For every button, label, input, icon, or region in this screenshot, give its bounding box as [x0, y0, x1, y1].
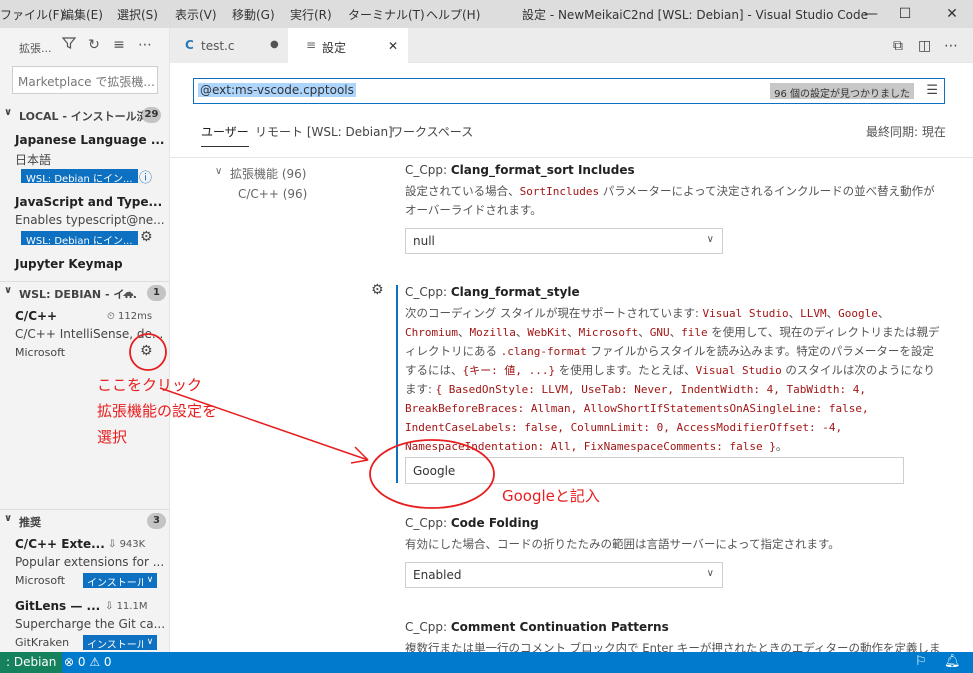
download-count: ⇩ 943K: [108, 539, 146, 550]
list-item[interactable]: Japanese Language ... 日本語 WSL: Debian にイ…: [0, 129, 169, 191]
tab-remote[interactable]: リモート [WSL: Debian]: [255, 123, 393, 140]
chevron-down-icon[interactable]: ∨: [215, 166, 222, 177]
feedback-icon[interactable]: ⚐: [915, 654, 927, 669]
more-actions-icon[interactable]: ⋯: [136, 36, 154, 54]
minimize-icon[interactable]: —: [856, 2, 886, 26]
tab-test-c[interactable]: C test.c ●: [170, 28, 288, 63]
settings-search-value: @ext:ms-vscode.cpptools: [198, 83, 356, 97]
section-local[interactable]: ∨ LOCAL - インストール済み 29: [0, 104, 169, 126]
count-badge: 3: [147, 513, 166, 529]
install-dropdown-icon[interactable]: ∨: [143, 573, 157, 588]
menu-selection[interactable]: 選択(S): [117, 6, 158, 23]
section-recommended[interactable]: ∨ 推奨 3: [0, 509, 169, 531]
sort-includes-select[interactable]: null ∨: [405, 228, 723, 254]
activation-time: ⏲ 112ms: [107, 311, 153, 322]
chevron-down-icon: ∨: [706, 568, 714, 579]
filter-icon[interactable]: [60, 36, 78, 54]
count-badge: 1: [147, 285, 166, 301]
sidebar-title: 拡張...: [19, 42, 52, 55]
close-window-icon[interactable]: ✕: [937, 2, 967, 26]
menu-help[interactable]: ヘルプ(H): [426, 6, 480, 23]
split-editor-icon[interactable]: ◫: [918, 38, 931, 54]
cloud-download-icon[interactable]: ☁: [122, 285, 134, 299]
tab-settings[interactable]: ≡ 設定 ✕: [288, 28, 408, 64]
title-bar: ファイル(F) 編集(E) 選択(S) 表示(V) 移動(G) 実行(R) ター…: [0, 0, 973, 28]
wsl-tag: WSL: Debian にイン...: [21, 169, 138, 185]
open-settings-json-icon[interactable]: ⧉: [893, 38, 903, 54]
setting-description: 設定されている場合、SortIncludes パラメーターによって決定されるイン…: [405, 184, 935, 217]
settings-file-icon: ≡: [306, 38, 317, 52]
list-item[interactable]: C/C++ Exte... ⇩ 943K Popular extensions …: [0, 532, 169, 594]
install-dropdown-icon[interactable]: ∨: [143, 635, 157, 650]
modified-dot-icon[interactable]: ●: [270, 39, 279, 50]
section-wsl[interactable]: ∨ WSL: DEBIAN - イ... ☁ 1: [0, 281, 169, 303]
list-item[interactable]: Jupyter Keymap: [0, 253, 169, 283]
clear-icon[interactable]: ≡: [110, 36, 128, 54]
chevron-down-icon: ∨: [4, 107, 13, 118]
tab-workspace[interactable]: ワークスペース: [391, 123, 473, 140]
close-tab-icon[interactable]: ✕: [388, 39, 398, 53]
settings-editor: @ext:ms-vscode.cpptools 96 個の設定が見つかりました …: [170, 63, 973, 652]
tab-user[interactable]: ユーザー: [201, 123, 249, 147]
setting-description: 次のコーディング スタイルが現在サポートされています: Visual Studi…: [405, 306, 940, 453]
download-count: ⇩ 11.1M: [105, 601, 148, 612]
clang-format-style-input[interactable]: Google: [405, 457, 904, 484]
menu-file[interactable]: ファイル(F): [0, 6, 64, 23]
toc-extensions[interactable]: 拡張機能 (96): [230, 165, 306, 182]
setting-gear-icon[interactable]: ⚙: [371, 282, 384, 298]
toc-cpp[interactable]: C/C++ (96): [238, 187, 307, 201]
chevron-down-icon: ∨: [4, 513, 13, 524]
count-badge: 29: [142, 107, 161, 123]
status-bar: : Debian ⊗ 0 ⚠ 0 ⚐ 🔔︎: [0, 652, 973, 673]
menu-go[interactable]: 移動(G): [232, 6, 275, 23]
window-title: 設定 - NewMeikaiC2nd [WSL: Debian] - Visua…: [522, 8, 868, 22]
chevron-down-icon: ∨: [706, 234, 714, 245]
problems-indicator[interactable]: ⊗ 0 ⚠ 0: [64, 655, 112, 669]
c-file-icon: C: [185, 38, 194, 52]
install-button[interactable]: インストール: [83, 635, 151, 651]
last-sync-status: 最終同期: 現在: [866, 125, 946, 139]
maximize-icon[interactable]: ☐: [890, 2, 920, 26]
annotation-text-settings: 拡張機能の設定を: [97, 402, 218, 420]
results-count-badge: 96 個の設定が見つかりました: [770, 83, 914, 100]
extension-settings-gear-icon[interactable]: ⚙: [140, 343, 153, 359]
focus-indicator: [396, 285, 398, 483]
annotation-text-click: ここをクリック: [97, 376, 203, 394]
divider: [170, 157, 973, 158]
more-actions-icon[interactable]: ⋯: [944, 38, 958, 54]
list-item[interactable]: C/C++ ⏲ 112ms C/C++ IntelliSense, de... …: [0, 304, 169, 366]
settings-search-input[interactable]: @ext:ms-vscode.cpptools 96 個の設定が見つかりました …: [193, 78, 945, 104]
annotation-text-select: 選択: [97, 428, 128, 446]
list-item[interactable]: GitLens — ... ⇩ 11.1M Supercharge the Gi…: [0, 594, 169, 652]
menu-run[interactable]: 実行(R): [290, 6, 332, 23]
setting-title: C_Cpp: Clang_format_style: [405, 285, 580, 299]
filter-settings-icon[interactable]: ☰: [926, 83, 938, 98]
wsl-tag: WSL: Debian にイン...: [21, 231, 138, 247]
menu-view[interactable]: 表示(V): [175, 6, 217, 23]
menu-terminal[interactable]: ターミナル(T): [348, 6, 425, 23]
refresh-icon[interactable]: ↻: [85, 36, 103, 54]
setting-description: 複数行または単一行のコメント ブロック内で Enter キーが押されたときのエデ…: [405, 641, 940, 652]
info-icon[interactable]: ⓘ: [139, 167, 152, 186]
extension-search-input[interactable]: Marketplace で拡張機...: [12, 66, 158, 94]
list-item[interactable]: JavaScript and Type... Enables typescrip…: [0, 191, 169, 253]
bell-icon[interactable]: 🔔︎: [944, 654, 961, 669]
annotation-text-google: Googleと記入: [502, 487, 600, 505]
setting-title: C_Cpp: Clang_format_sort Includes: [405, 163, 635, 177]
setting-description: 有効にした場合、コードの折りたたみの範囲は言語サーバーによって指定されます。: [405, 537, 840, 551]
gear-icon[interactable]: ⚙: [140, 229, 153, 245]
remote-indicator[interactable]: : Debian: [0, 652, 63, 673]
extensions-sidebar: 拡張... ↻ ≡ ⋯ Marketplace で拡張機... ∨ LOCAL …: [0, 28, 170, 652]
chevron-down-icon: ∨: [4, 285, 13, 296]
setting-title: C_Cpp: Code Folding: [405, 516, 539, 530]
menu-edit[interactable]: 編集(E): [62, 6, 103, 23]
install-button[interactable]: インストール: [83, 573, 151, 589]
setting-title: C_Cpp: Comment Continuation Patterns: [405, 620, 669, 634]
code-folding-select[interactable]: Enabled ∨: [405, 562, 723, 588]
editor-tabs: C test.c ● ≡ 設定 ✕: [170, 28, 973, 64]
